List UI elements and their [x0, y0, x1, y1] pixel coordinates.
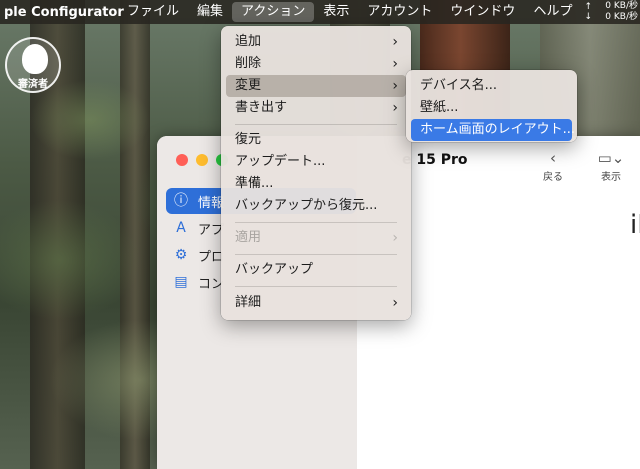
submenu-item-home-screen-layout[interactable]: ホーム画面のレイアウト... — [411, 119, 575, 141]
menu-item-prepare[interactable]: 準備... — [226, 173, 406, 195]
menu-window[interactable]: ウインドウ — [441, 0, 524, 24]
menu-separator — [235, 124, 397, 125]
back-label: 戻る — [543, 172, 563, 183]
view-options-icon: ▭⌄ — [597, 149, 625, 167]
menu-view[interactable]: 表示 — [314, 0, 358, 24]
console-icon: ▤ — [174, 274, 188, 290]
info-icon: ⓘ — [174, 193, 188, 209]
menu-action[interactable]: アクション — [232, 2, 315, 22]
apple-logo-icon — [22, 44, 48, 74]
chevron-right-icon: › — [392, 56, 398, 72]
menu-item-update[interactable]: アップデート... — [226, 151, 406, 173]
view-label: 表示 — [601, 172, 621, 183]
submenu-item-wallpaper[interactable]: 壁紙... — [411, 97, 572, 119]
watermark-seal: 審済者 — [5, 37, 61, 93]
change-submenu: デバイス名... 壁紙... ホーム画面のレイアウト... — [406, 70, 577, 142]
view-button[interactable]: ▭⌄ 表示 — [591, 148, 631, 183]
menu-account[interactable]: アカウント — [358, 0, 441, 24]
menu-item-change[interactable]: 変更 › — [226, 75, 406, 97]
menu-item-delete[interactable]: 削除 › — [226, 53, 406, 75]
chevron-right-icon: › — [392, 34, 398, 50]
app-store-icon: A — [176, 220, 186, 236]
menu-separator — [235, 286, 397, 287]
menu-item-restore-from-backup[interactable]: バックアップから復元... — [226, 195, 406, 217]
back-button[interactable]: ‹ 戻る — [533, 148, 573, 183]
chevron-right-icon: › — [392, 100, 398, 116]
menu-item-apply: 適用 › — [226, 227, 406, 249]
device-side-label: iF — [630, 210, 640, 240]
chevron-left-icon: ‹ — [550, 149, 556, 167]
menu-item-backup[interactable]: バックアップ — [226, 259, 406, 281]
menu-help[interactable]: ヘルプ — [524, 0, 581, 24]
network-download-rate: 0 KB/秒 — [605, 12, 638, 22]
gear-icon: ⚙ — [174, 247, 188, 263]
menu-item-details[interactable]: 詳細 › — [226, 292, 406, 314]
device-title: e 15 Pro — [402, 152, 468, 168]
menu-file[interactable]: ファイル — [118, 0, 188, 24]
menu-separator — [235, 222, 397, 223]
close-window-button[interactable] — [176, 154, 188, 166]
minimize-window-button[interactable] — [196, 154, 208, 166]
menu-item-restore[interactable]: 復元 — [226, 129, 406, 151]
network-monitor[interactable]: 0 KB/秒 0 KB/秒 — [605, 1, 638, 23]
chevron-right-icon: › — [392, 295, 398, 311]
action-menu: 追加 › 削除 › 変更 › 書き出す › 復元 アップデート... 準備... バック… — [221, 26, 411, 320]
network-upload-rate: 0 KB/秒 — [605, 1, 638, 11]
submenu-item-device-name[interactable]: デバイス名... — [411, 75, 572, 97]
menu-edit[interactable]: 編集 — [188, 0, 232, 24]
menu-item-export[interactable]: 書き出す › — [226, 97, 406, 119]
chevron-right-icon: › — [392, 78, 398, 94]
watermark-text: 審済者 — [18, 79, 48, 90]
menu-separator — [235, 254, 397, 255]
chevron-right-icon: › — [392, 230, 398, 246]
menu-item-add[interactable]: 追加 › — [226, 31, 406, 53]
app-menu[interactable]: ple Configurator — [0, 5, 124, 20]
menu-bar: ple Configurator ファイル 編集 アクション 表示 アカウント … — [0, 0, 640, 24]
network-arrows-icon: ↑ ↓ — [584, 2, 592, 22]
